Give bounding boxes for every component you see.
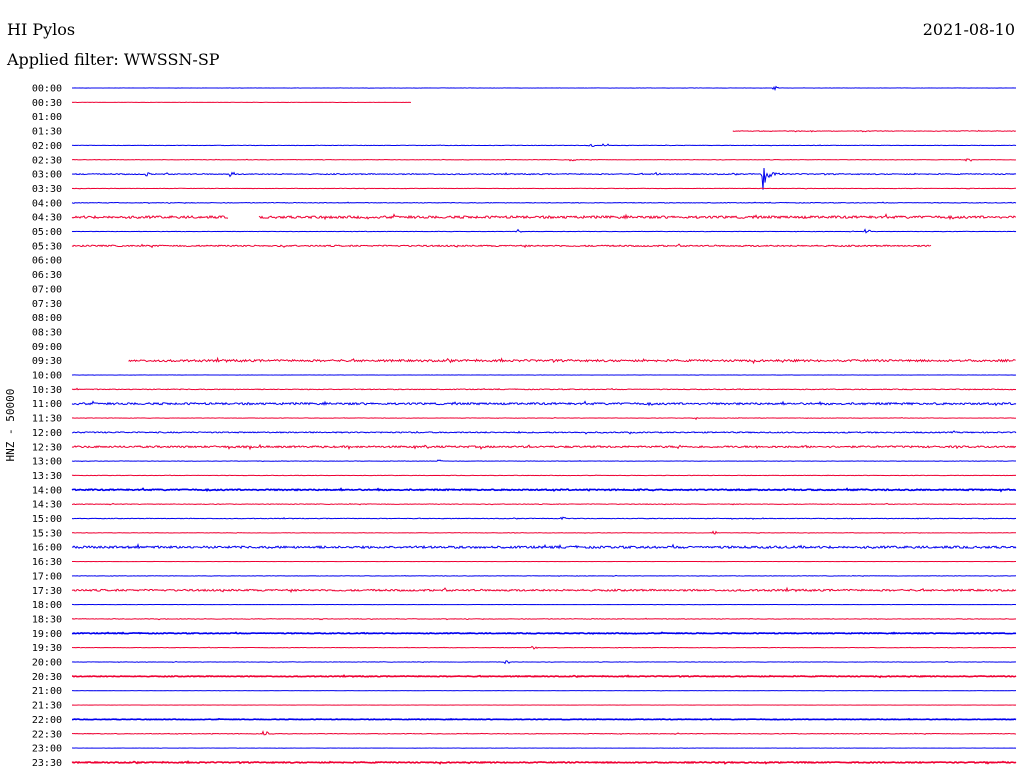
tick-label: 19:30 <box>32 643 62 654</box>
tick-label: 04:30 <box>32 213 62 224</box>
tick-label: 09:00 <box>32 342 62 353</box>
trace-0330 <box>71 187 1017 190</box>
trace-2230 <box>71 730 1017 736</box>
y-axis-label: HNZ - 50000 <box>4 388 17 462</box>
tick-label: 03:30 <box>32 184 62 195</box>
tick-label: 05:00 <box>32 227 62 238</box>
date-label: 2021-08-10 <box>922 20 1015 39</box>
trace-1300 <box>71 459 1017 463</box>
trace-0230 <box>71 158 1017 162</box>
tick-label: 15:00 <box>32 514 62 525</box>
trace-1100 <box>71 400 1017 407</box>
trace-1830 <box>71 617 1017 621</box>
trace-0500 <box>71 228 1017 234</box>
tick-label: 01:00 <box>32 112 62 123</box>
tick-label: 12:00 <box>32 428 62 439</box>
tick-label: 12:30 <box>32 442 62 453</box>
trace-2200 <box>71 717 1017 721</box>
tick-label: 06:00 <box>32 256 62 267</box>
tick-label: 10:00 <box>32 371 62 382</box>
tick-label: 04:00 <box>32 198 62 209</box>
trace-1900 <box>71 631 1017 635</box>
tick-label: 22:00 <box>32 715 62 726</box>
tick-label: 18:00 <box>32 600 62 611</box>
tick-label: 07:30 <box>32 299 62 310</box>
trace-1200 <box>71 430 1017 435</box>
trace-1930 <box>71 645 1017 650</box>
trace-lines <box>71 85 1017 765</box>
tick-label: 08:30 <box>32 327 62 338</box>
tick-label: 07:00 <box>32 284 62 295</box>
station-title: HI Pylos <box>7 20 76 39</box>
tick-label: 13:30 <box>32 471 62 482</box>
trace-0530 <box>71 243 932 249</box>
tick-label: 20:30 <box>32 672 62 683</box>
tick-label: 06:30 <box>32 270 62 281</box>
tick-label: 00:00 <box>32 84 62 95</box>
tick-label: 11:00 <box>32 399 62 410</box>
tick-label: 13:00 <box>32 457 62 468</box>
trace-0000 <box>72 85 1016 91</box>
tick-label: 08:00 <box>32 313 62 324</box>
tick-label: 00:30 <box>32 98 62 109</box>
tick-label: 09:30 <box>32 356 62 367</box>
tick-label: 02:00 <box>32 141 62 152</box>
trace-0300 <box>71 167 1017 190</box>
tick-label: 17:30 <box>32 586 62 597</box>
tick-label: 02:30 <box>32 155 62 166</box>
tick-label: 17:00 <box>32 571 62 582</box>
tick-label: 21:00 <box>32 686 62 697</box>
tick-label: 03:00 <box>32 170 62 181</box>
time-tick-labels: 00:00 00:30 01:00 01:30 02:00 02:30 03:00 03:30… <box>32 84 62 769</box>
tick-label: 14:30 <box>32 500 62 511</box>
tick-label: 14:00 <box>32 485 62 496</box>
trace-1130 <box>71 416 1017 421</box>
tick-label: 23:30 <box>32 758 62 769</box>
tick-label: 19:00 <box>32 629 62 640</box>
helicorder-plot: 00:00 00:30 01:00 01:30 02:00 02:30 03:00 03:30… <box>32 84 1017 769</box>
trace-1530 <box>71 530 1016 535</box>
trace-0930 <box>128 356 1016 365</box>
tick-label: 18:30 <box>32 614 62 625</box>
trace-1600 <box>71 542 1017 550</box>
tick-label: 05:30 <box>32 241 62 252</box>
trace-1700 <box>71 574 1017 577</box>
trace-1400 <box>71 487 1017 493</box>
trace-1730 <box>71 586 1017 594</box>
trace-1330 <box>71 474 1017 477</box>
tick-label: 16:30 <box>32 557 62 568</box>
tick-label: 21:30 <box>32 701 62 712</box>
trace-2330 <box>71 760 1017 765</box>
trace-0200 <box>71 143 1017 147</box>
tick-label: 15:30 <box>32 528 62 539</box>
tick-label: 22:30 <box>32 729 62 740</box>
trace-2030 <box>71 674 1017 679</box>
trace-0400 <box>71 201 1017 205</box>
tick-label: 01:30 <box>32 127 62 138</box>
tick-label: 20:00 <box>32 658 62 669</box>
tick-label: 10:30 <box>32 385 62 396</box>
trace-1230 <box>71 443 1017 451</box>
trace-0130 <box>732 129 1016 133</box>
tick-label: 23:00 <box>32 744 62 755</box>
trace-1500 <box>71 516 1017 521</box>
trace-1430 <box>72 502 1017 506</box>
tick-label: 16:00 <box>32 543 62 554</box>
trace-0430 <box>71 213 1017 221</box>
filter-label: Applied filter: WWSSN-SP <box>7 50 220 69</box>
trace-1030 <box>71 387 1017 391</box>
trace-2000 <box>71 660 1017 665</box>
tick-label: 11:30 <box>32 414 62 425</box>
